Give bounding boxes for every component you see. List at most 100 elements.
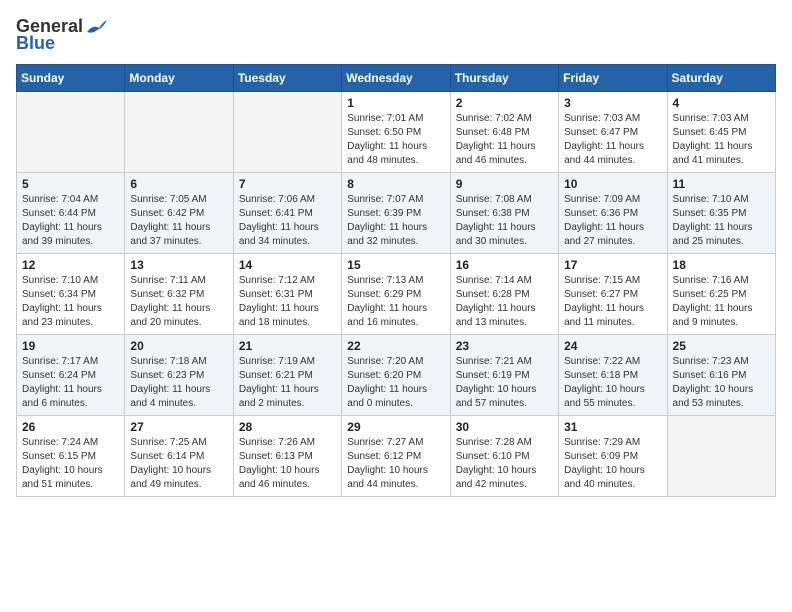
cell-date-number: 15 — [347, 258, 444, 272]
header: General Blue — [16, 16, 776, 54]
cell-date-number: 21 — [239, 339, 336, 353]
calendar-cell: 11 Sunrise: 7:10 AM Sunset: 6:35 PM Dayli… — [667, 173, 775, 254]
cell-date-number: 5 — [22, 177, 119, 191]
cell-date-number: 11 — [673, 177, 770, 191]
calendar-cell — [17, 92, 125, 173]
calendar-cell: 7 Sunrise: 7:06 AM Sunset: 6:41 PM Daylig… — [233, 173, 341, 254]
calendar-cell: 2 Sunrise: 7:02 AM Sunset: 6:48 PM Daylig… — [450, 92, 558, 173]
cell-date-number: 12 — [22, 258, 119, 272]
cell-date-number: 14 — [239, 258, 336, 272]
cell-date-number: 3 — [564, 96, 661, 110]
calendar-cell: 13Sunrise: 7:11 AM Sunset: 6:32 PM Dayli… — [125, 254, 233, 335]
calendar-cell: 24Sunrise: 7:22 AM Sunset: 6:18 PM Dayli… — [559, 335, 667, 416]
cell-info-text: Sunrise: 7:19 AM Sunset: 6:21 PM Dayligh… — [239, 355, 336, 411]
cell-date-number: 8 — [347, 177, 444, 191]
cell-info-text: Sunrise: 7:17 AM Sunset: 6:24 PM Dayligh… — [22, 355, 119, 411]
calendar-cell — [233, 92, 341, 173]
cell-info-text: Sunrise: 7:25 AM Sunset: 6:14 PM Dayligh… — [130, 436, 227, 492]
cell-info-text: Sunrise: 7:02 AM Sunset: 6:48 PM Dayligh… — [456, 112, 553, 168]
cell-date-number: 28 — [239, 420, 336, 434]
calendar-cell: 18 Sunrise: 7:16 AM Sunset: 6:25 PM Dayli… — [667, 254, 775, 335]
cell-date-number: 18 — [673, 258, 770, 272]
cell-date-number: 31 — [564, 420, 661, 434]
calendar-cell: 30 Sunrise: 7:28 AM Sunset: 6:10 PM Dayli… — [450, 416, 558, 497]
cell-info-text: Sunrise: 7:05 AM Sunset: 6:42 PM Dayligh… — [130, 193, 227, 249]
cell-info-text: Sunrise: 7:12 AM Sunset: 6:31 PM Dayligh… — [239, 274, 336, 330]
calendar-cell: 6Sunrise: 7:05 AM Sunset: 6:42 PM Daylig… — [125, 173, 233, 254]
calendar-week-row: 5Sunrise: 7:04 AM Sunset: 6:44 PM Daylig… — [17, 173, 776, 254]
day-header-thursday: Thursday — [450, 65, 558, 92]
calendar-cell: 9 Sunrise: 7:08 AM Sunset: 6:38 PM Daylig… — [450, 173, 558, 254]
day-header-sunday: Sunday — [17, 65, 125, 92]
cell-date-number: 19 — [22, 339, 119, 353]
cell-info-text: Sunrise: 7:06 AM Sunset: 6:41 PM Dayligh… — [239, 193, 336, 249]
calendar-cell: 28 Sunrise: 7:26 AM Sunset: 6:13 PM Dayli… — [233, 416, 341, 497]
cell-date-number: 29 — [347, 420, 444, 434]
calendar-cell: 17 Sunrise: 7:15 AM Sunset: 6:27 PM Dayli… — [559, 254, 667, 335]
cell-info-text: Sunrise: 7:10 AM Sunset: 6:35 PM Dayligh… — [673, 193, 770, 249]
calendar-cell: 15 Sunrise: 7:13 AM Sunset: 6:29 PM Dayli… — [342, 254, 450, 335]
calendar-week-row: 26 Sunrise: 7:24 AM Sunset: 6:15 PM Dayli… — [17, 416, 776, 497]
calendar-cell: 25 Sunrise: 7:23 AM Sunset: 6:16 PM Dayli… — [667, 335, 775, 416]
day-header-tuesday: Tuesday — [233, 65, 341, 92]
cell-info-text: Sunrise: 7:26 AM Sunset: 6:13 PM Dayligh… — [239, 436, 336, 492]
cell-info-text: Sunrise: 7:07 AM Sunset: 6:39 PM Dayligh… — [347, 193, 444, 249]
cell-date-number: 27 — [130, 420, 227, 434]
calendar-cell: 10 Sunrise: 7:09 AM Sunset: 6:36 PM Dayli… — [559, 173, 667, 254]
cell-info-text: Sunrise: 7:23 AM Sunset: 6:16 PM Dayligh… — [673, 355, 770, 411]
cell-date-number: 1 — [347, 96, 444, 110]
cell-info-text: Sunrise: 7:16 AM Sunset: 6:25 PM Dayligh… — [673, 274, 770, 330]
cell-info-text: Sunrise: 7:21 AM Sunset: 6:19 PM Dayligh… — [456, 355, 553, 411]
cell-info-text: Sunrise: 7:28 AM Sunset: 6:10 PM Dayligh… — [456, 436, 553, 492]
cell-info-text: Sunrise: 7:27 AM Sunset: 6:12 PM Dayligh… — [347, 436, 444, 492]
calendar-cell: 16Sunrise: 7:14 AM Sunset: 6:28 PM Dayli… — [450, 254, 558, 335]
calendar-cell: 26 Sunrise: 7:24 AM Sunset: 6:15 PM Dayli… — [17, 416, 125, 497]
calendar-cell: 29 Sunrise: 7:27 AM Sunset: 6:12 PM Dayli… — [342, 416, 450, 497]
logo-blue-text: Blue — [16, 33, 55, 54]
day-header-saturday: Saturday — [667, 65, 775, 92]
cell-date-number: 10 — [564, 177, 661, 191]
calendar-cell: 1 Sunrise: 7:01 AM Sunset: 6:50 PM Daylig… — [342, 92, 450, 173]
cell-info-text: Sunrise: 7:01 AM Sunset: 6:50 PM Dayligh… — [347, 112, 444, 168]
calendar-cell: 4 Sunrise: 7:03 AM Sunset: 6:45 PM Daylig… — [667, 92, 775, 173]
calendar: SundayMondayTuesdayWednesdayThursdayFrid… — [16, 64, 776, 497]
calendar-cell: 23Sunrise: 7:21 AM Sunset: 6:19 PM Dayli… — [450, 335, 558, 416]
cell-date-number: 26 — [22, 420, 119, 434]
calendar-cell: 27 Sunrise: 7:25 AM Sunset: 6:14 PM Dayli… — [125, 416, 233, 497]
calendar-cell: 19 Sunrise: 7:17 AM Sunset: 6:24 PM Dayli… — [17, 335, 125, 416]
cell-date-number: 22 — [347, 339, 444, 353]
cell-date-number: 20 — [130, 339, 227, 353]
cell-date-number: 17 — [564, 258, 661, 272]
logo: General Blue — [16, 16, 107, 54]
cell-info-text: Sunrise: 7:15 AM Sunset: 6:27 PM Dayligh… — [564, 274, 661, 330]
cell-date-number: 24 — [564, 339, 661, 353]
calendar-cell: 31Sunrise: 7:29 AM Sunset: 6:09 PM Dayli… — [559, 416, 667, 497]
day-header-friday: Friday — [559, 65, 667, 92]
calendar-cell — [667, 416, 775, 497]
cell-info-text: Sunrise: 7:03 AM Sunset: 6:45 PM Dayligh… — [673, 112, 770, 168]
calendar-cell: 22 Sunrise: 7:20 AM Sunset: 6:20 PM Dayli… — [342, 335, 450, 416]
calendar-cell: 12 Sunrise: 7:10 AM Sunset: 6:34 PM Dayli… — [17, 254, 125, 335]
calendar-cell: 8 Sunrise: 7:07 AM Sunset: 6:39 PM Daylig… — [342, 173, 450, 254]
calendar-cell: 3Sunrise: 7:03 AM Sunset: 6:47 PM Daylig… — [559, 92, 667, 173]
calendar-week-row: 12 Sunrise: 7:10 AM Sunset: 6:34 PM Dayli… — [17, 254, 776, 335]
cell-info-text: Sunrise: 7:08 AM Sunset: 6:38 PM Dayligh… — [456, 193, 553, 249]
calendar-header-row: SundayMondayTuesdayWednesdayThursdayFrid… — [17, 65, 776, 92]
cell-info-text: Sunrise: 7:24 AM Sunset: 6:15 PM Dayligh… — [22, 436, 119, 492]
cell-date-number: 7 — [239, 177, 336, 191]
calendar-cell: 20 Sunrise: 7:18 AM Sunset: 6:23 PM Dayli… — [125, 335, 233, 416]
cell-info-text: Sunrise: 7:18 AM Sunset: 6:23 PM Dayligh… — [130, 355, 227, 411]
cell-date-number: 4 — [673, 96, 770, 110]
cell-info-text: Sunrise: 7:13 AM Sunset: 6:29 PM Dayligh… — [347, 274, 444, 330]
calendar-cell: 14 Sunrise: 7:12 AM Sunset: 6:31 PM Dayli… — [233, 254, 341, 335]
calendar-week-row: 19 Sunrise: 7:17 AM Sunset: 6:24 PM Dayli… — [17, 335, 776, 416]
cell-date-number: 30 — [456, 420, 553, 434]
cell-info-text: Sunrise: 7:11 AM Sunset: 6:32 PM Dayligh… — [130, 274, 227, 330]
cell-date-number: 25 — [673, 339, 770, 353]
cell-info-text: Sunrise: 7:10 AM Sunset: 6:34 PM Dayligh… — [22, 274, 119, 330]
cell-date-number: 2 — [456, 96, 553, 110]
cell-info-text: Sunrise: 7:09 AM Sunset: 6:36 PM Dayligh… — [564, 193, 661, 249]
calendar-cell — [125, 92, 233, 173]
cell-info-text: Sunrise: 7:20 AM Sunset: 6:20 PM Dayligh… — [347, 355, 444, 411]
cell-date-number: 9 — [456, 177, 553, 191]
